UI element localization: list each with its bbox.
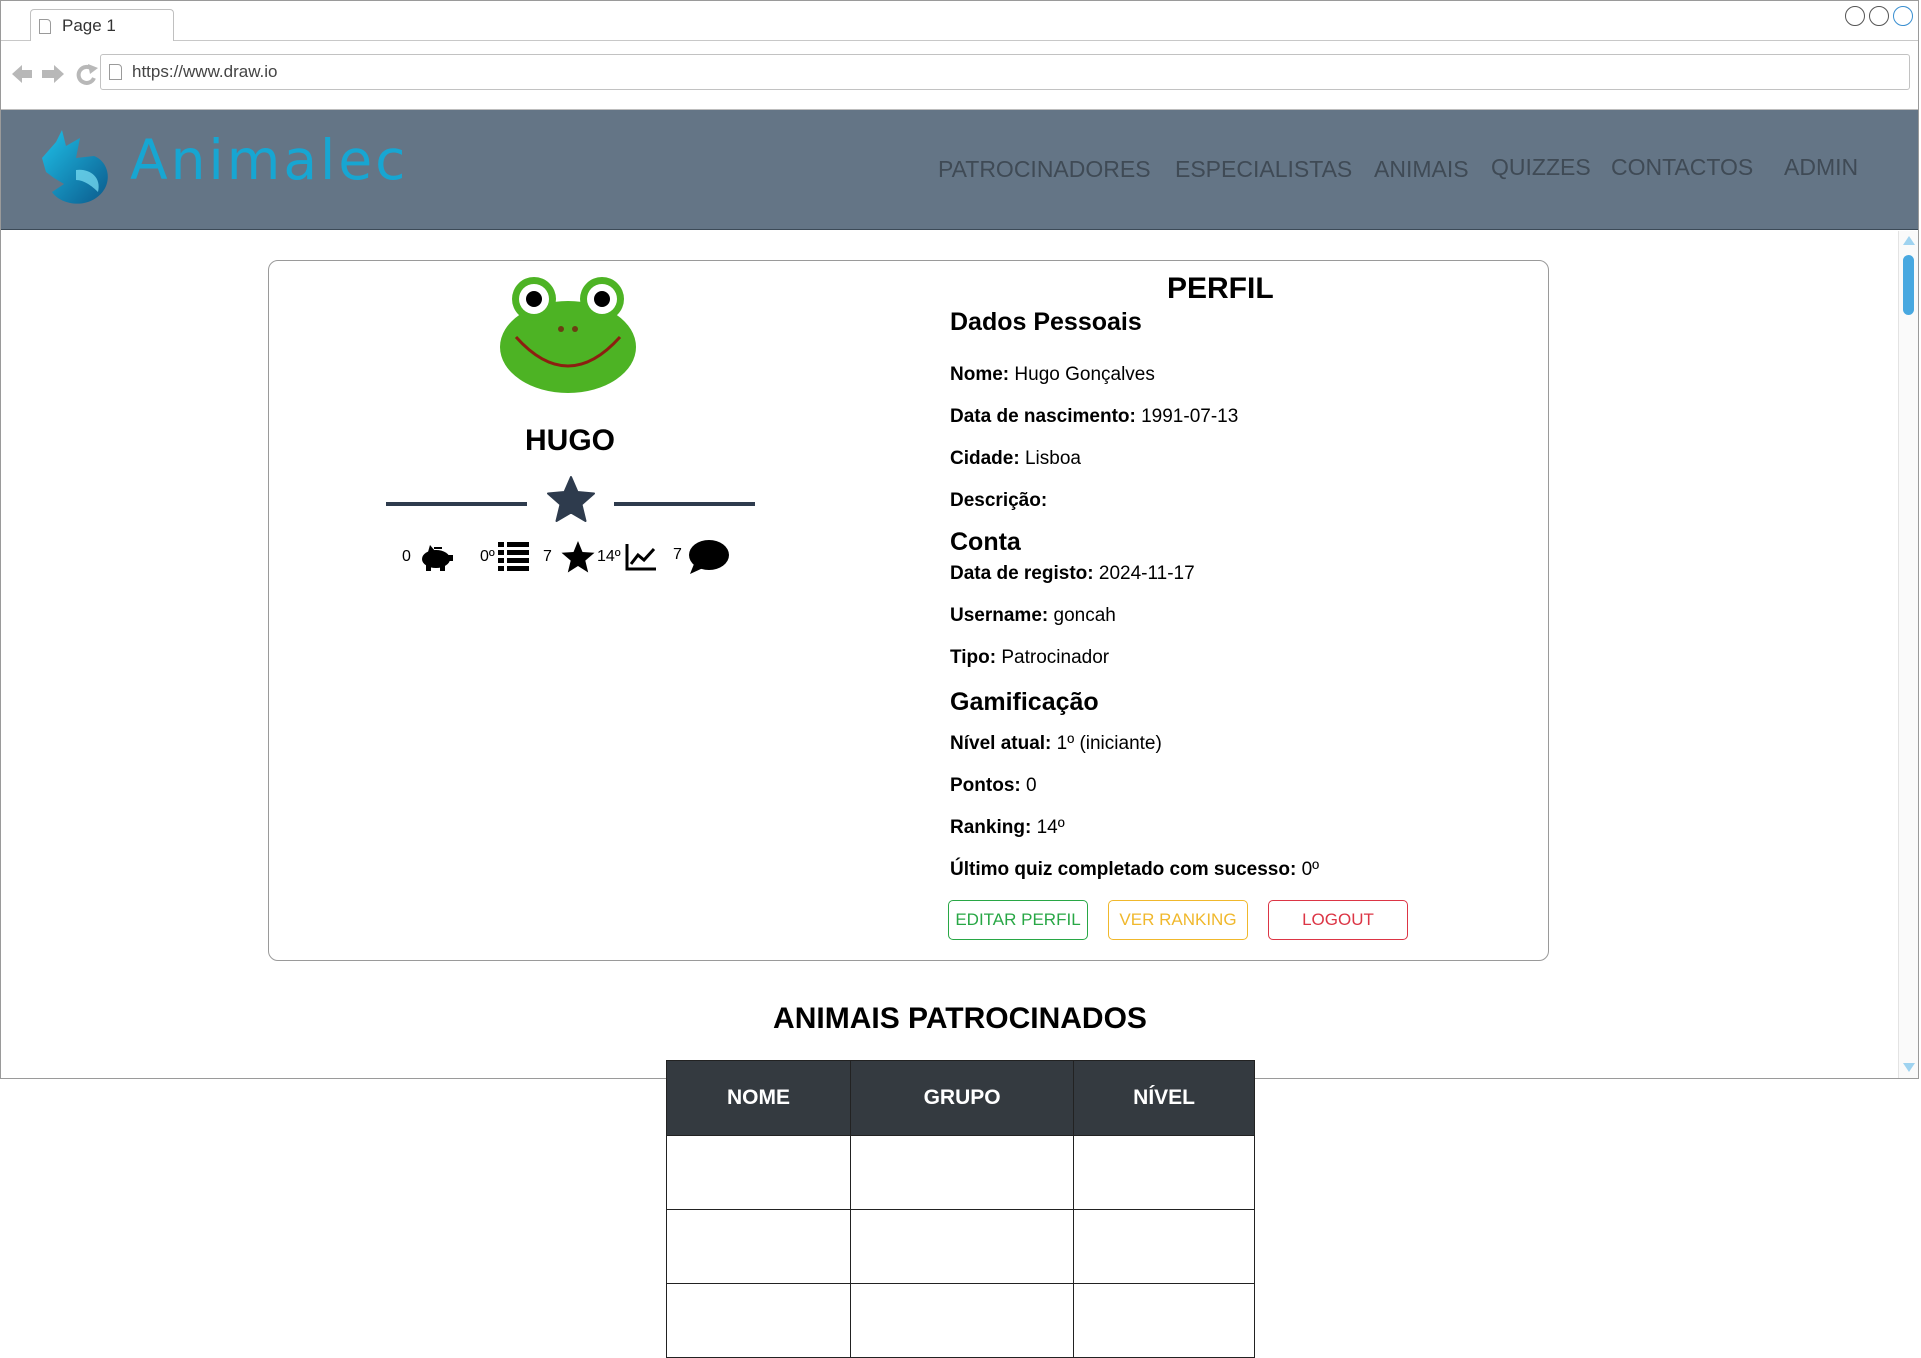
stat-points-value: 0 [402, 548, 411, 565]
menu-contactos[interactable]: CONTACTOS [1611, 154, 1753, 181]
field-data-nascimento: Data de nascimento: 1991-07-13 [950, 406, 1239, 427]
brand-name[interactable]: Animalec [130, 128, 408, 192]
list-icon [498, 542, 529, 571]
back-icon[interactable] [12, 65, 32, 83]
stat-level-value: 7 [543, 548, 552, 565]
table-row [665, 1283, 1255, 1358]
field-username: Username: goncah [950, 605, 1116, 626]
page-icon [39, 19, 51, 34]
field-ultimo-quiz: Último quiz completado com sucesso: 0º [950, 859, 1320, 880]
table-row [665, 1135, 1255, 1210]
reload-icon[interactable] [76, 64, 98, 85]
menu-patrocinadores[interactable]: PATROCINADORES [938, 156, 1151, 183]
scrollbar[interactable] [1898, 231, 1918, 1078]
sponsored-animals-title: ANIMAIS PATROCINADOS [773, 1002, 1147, 1035]
divider-left [386, 502, 527, 506]
profile-title: PERFIL [1167, 272, 1274, 305]
nav-buttons [12, 64, 98, 85]
logout-button[interactable]: LOGOUT [1268, 900, 1408, 940]
tab-title: Page 1 [62, 16, 116, 35]
menu-admin[interactable]: ADMIN [1784, 154, 1858, 181]
stat-last-quiz-value: 0º [480, 548, 495, 565]
window-minimize-button[interactable] [1845, 6, 1865, 26]
table-cell [850, 1135, 1075, 1210]
comment-icon [689, 540, 729, 574]
window-close-button[interactable] [1893, 6, 1913, 26]
scroll-up-icon[interactable] [1902, 234, 1916, 246]
table-cell [665, 1283, 852, 1358]
scrollbar-thumb[interactable] [1903, 255, 1914, 315]
section-gamificacao: Gamificação [950, 688, 1099, 716]
table-cell [850, 1283, 1075, 1358]
field-pontos: Pontos: 0 [950, 775, 1037, 796]
edit-profile-button[interactable]: EDITAR PERFIL [948, 900, 1088, 940]
star-icon [547, 476, 595, 522]
field-cidade: Cidade: Lisboa [950, 448, 1081, 469]
piggy-bank-icon [422, 545, 453, 571]
column-header-nivel[interactable]: NÍVEL [1073, 1060, 1255, 1136]
profile-card [268, 260, 1549, 961]
field-data-registo: Data de registo: 2024-11-17 [950, 563, 1195, 584]
table-cell [1073, 1209, 1255, 1284]
field-descricao: Descrição: [950, 490, 1048, 511]
scroll-down-icon[interactable] [1902, 1062, 1916, 1074]
address-bar[interactable]: https://www.draw.io [100, 54, 1910, 90]
window-maximize-button[interactable] [1869, 6, 1889, 26]
frog-avatar[interactable] [498, 275, 638, 395]
table-cell [665, 1209, 852, 1284]
field-nome: Nome: Hugo Gonçalves [950, 364, 1155, 385]
sponsored-animals-table: NOME GRUPO NÍVEL [665, 1060, 1255, 1358]
table-cell [665, 1135, 852, 1210]
table-cell [850, 1209, 1075, 1284]
menu-animais[interactable]: ANIMAIS [1374, 156, 1469, 183]
menu-especialistas[interactable]: ESPECIALISTAS [1175, 156, 1352, 183]
forward-icon[interactable] [42, 65, 64, 83]
star-filled-icon [561, 541, 595, 573]
field-ranking: Ranking: 14º [950, 817, 1065, 838]
column-header-grupo[interactable]: GRUPO [850, 1060, 1075, 1136]
stat-comments-value: 7 [673, 546, 682, 563]
column-header-nome[interactable]: NOME [665, 1060, 852, 1136]
browser-tab-bar [1, 1, 1918, 41]
menu-quizzes[interactable]: QUIZZES [1491, 154, 1591, 181]
section-conta: Conta [950, 528, 1021, 556]
profile-username: HUGO [525, 424, 615, 457]
stat-ranking-value: 14º [597, 548, 621, 565]
table-cell [1073, 1283, 1255, 1358]
page-icon [109, 64, 122, 80]
field-nivel-atual: Nível atual: 1º (iniciante) [950, 733, 1162, 754]
divider-right [614, 502, 755, 506]
chart-line-icon [625, 544, 656, 571]
table-cell [1073, 1135, 1255, 1210]
table-row [665, 1209, 1255, 1284]
table-header-row: NOME GRUPO NÍVEL [665, 1060, 1255, 1136]
url-text: https://www.draw.io [132, 62, 278, 81]
view-ranking-button[interactable]: VER RANKING [1108, 900, 1248, 940]
fox-logo-icon [42, 130, 108, 204]
section-dados-pessoais: Dados Pessoais [950, 308, 1142, 336]
browser-tab[interactable]: Page 1 [30, 9, 174, 41]
field-tipo: Tipo: Patrocinador [950, 647, 1110, 668]
